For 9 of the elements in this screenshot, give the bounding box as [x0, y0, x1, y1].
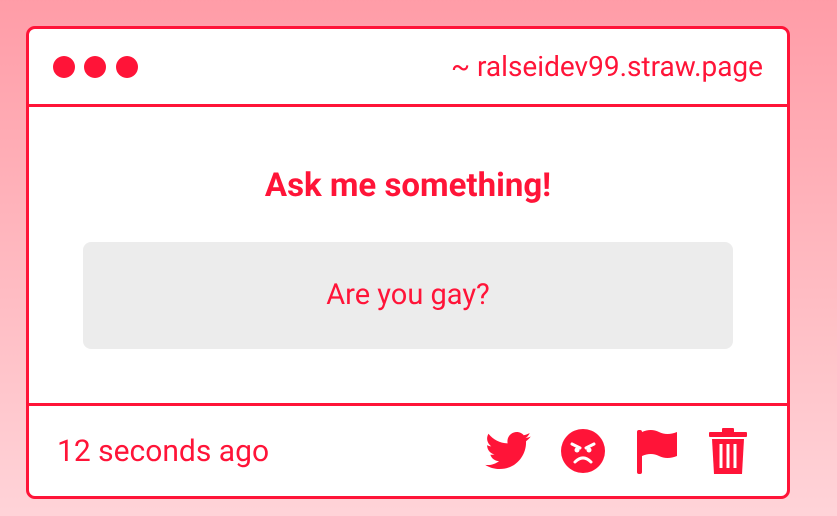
window-dots-icon — [53, 54, 139, 78]
prompt-title: Ask me something! — [264, 169, 552, 202]
question-text: Are you gay? — [83, 242, 733, 349]
time-ago: 12 seconds ago — [57, 432, 270, 470]
angry-face-icon[interactable] — [561, 429, 605, 473]
page-address: ~ ralseidev99.straw.page — [451, 48, 763, 84]
bird-icon[interactable] — [485, 432, 531, 470]
flag-icon[interactable] — [635, 428, 679, 474]
trash-icon[interactable] — [709, 428, 747, 474]
